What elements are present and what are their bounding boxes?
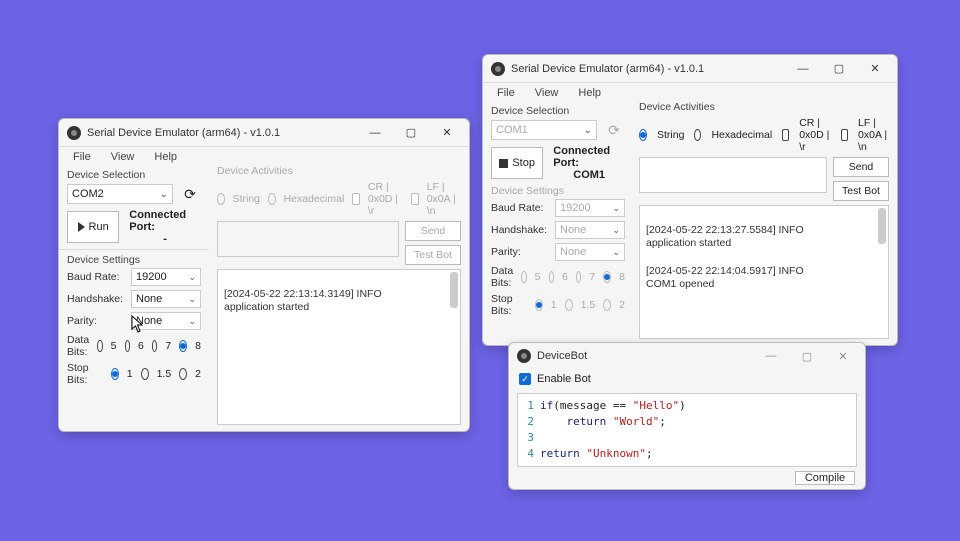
window-emulator-com1: Serial Device Emulator (arm64) - v1.0.1 … <box>482 54 898 346</box>
stopbits-2[interactable] <box>179 368 187 380</box>
code-content: if(message == "Hello") return "World"; r… <box>540 398 686 462</box>
connected-port: Connected Port: - <box>129 209 201 245</box>
databits-6 <box>549 271 554 283</box>
databits-5 <box>521 271 526 283</box>
stopbits-row: Stop Bits: 1 1.5 2 <box>483 291 633 319</box>
stop-icon <box>499 159 508 168</box>
device-activities-label: Device Activities <box>217 163 461 177</box>
stopbits-row: Stop Bits: 1 1.5 2 <box>59 360 209 388</box>
device-activities-label: Device Activities <box>639 99 889 113</box>
stopbits-1[interactable] <box>111 368 119 380</box>
code-editor[interactable]: 1234 if(message == "Hello") return "Worl… <box>517 393 857 467</box>
connected-port: Connected Port: COM1 <box>553 145 625 181</box>
databits-8[interactable] <box>179 340 187 352</box>
minimize-button[interactable]: — <box>753 343 789 369</box>
menu-file[interactable]: File <box>487 85 525 101</box>
app-icon <box>517 349 531 363</box>
line-gutter: 1234 <box>522 398 540 462</box>
stopbits-1 <box>535 299 543 311</box>
databits-7 <box>576 271 581 283</box>
maximize-button[interactable]: ▢ <box>821 56 857 82</box>
cr-checkbox <box>352 193 360 205</box>
lf-checkbox[interactable] <box>841 129 848 141</box>
device-selection-label: Device Selection <box>59 167 209 181</box>
databits-5[interactable] <box>97 340 102 352</box>
databits-row: Data Bits: 5 6 7 8 <box>59 332 209 360</box>
menu-file[interactable]: File <box>63 149 101 165</box>
lf-checkbox <box>411 193 419 205</box>
maximize-button[interactable]: ▢ <box>393 120 429 146</box>
enable-bot-checkbox[interactable] <box>519 373 531 385</box>
chevron-down-icon: ⌄ <box>584 125 592 136</box>
format-hex-radio <box>268 193 276 205</box>
stopbits-2 <box>603 299 611 311</box>
play-icon <box>78 222 85 232</box>
enable-bot-label: Enable Bot <box>537 373 591 385</box>
app-icon <box>491 62 505 76</box>
port-value: COM2 <box>72 188 104 200</box>
cr-checkbox[interactable] <box>782 129 789 141</box>
send-input[interactable] <box>639 157 827 193</box>
window-title: DeviceBot <box>537 350 753 362</box>
baud-select[interactable]: 19200⌄ <box>131 268 201 286</box>
testbot-button: Test Bot <box>405 245 461 265</box>
stopbits-1.5[interactable] <box>141 368 149 380</box>
titlebar[interactable]: Serial Device Emulator (arm64) - v1.0.1 … <box>59 119 469 147</box>
databits-row: Data Bits: 5 6 7 8 <box>483 263 633 291</box>
send-button[interactable]: Send <box>833 157 889 177</box>
refresh-button[interactable]: ⟳ <box>179 183 201 205</box>
titlebar[interactable]: Serial Device Emulator (arm64) - v1.0.1 … <box>483 55 897 83</box>
close-button[interactable]: ✕ <box>825 343 861 369</box>
testbot-button[interactable]: Test Bot <box>833 181 889 201</box>
port-select: COM1 ⌄ <box>491 120 597 140</box>
send-input <box>217 221 399 257</box>
activity-log[interactable]: [2024-05-22 22:13:27.5584] INFO applicat… <box>639 205 889 339</box>
scrollbar-thumb[interactable] <box>878 208 886 244</box>
handshake-select[interactable]: None⌄ <box>131 290 201 308</box>
send-button: Send <box>405 221 461 241</box>
databits-8 <box>603 271 611 283</box>
format-string-radio <box>217 193 225 205</box>
refresh-button: ⟳ <box>603 119 625 141</box>
window-devicebot: DeviceBot — ▢ ✕ Enable Bot 1234 if(messa… <box>508 342 866 490</box>
device-settings-label: Device Settings <box>483 183 633 197</box>
run-button[interactable]: Run <box>67 211 119 243</box>
port-value: COM1 <box>496 124 528 136</box>
format-hex-radio[interactable] <box>694 129 701 141</box>
close-button[interactable]: ✕ <box>857 56 893 82</box>
device-selection-label: Device Selection <box>483 103 633 117</box>
minimize-button[interactable]: — <box>357 120 393 146</box>
scrollbar-thumb[interactable] <box>450 272 458 308</box>
baud-select: 19200⌄ <box>555 199 625 217</box>
close-button[interactable]: ✕ <box>429 120 465 146</box>
menu-help[interactable]: Help <box>568 85 611 101</box>
maximize-button[interactable]: ▢ <box>789 343 825 369</box>
window-title: Serial Device Emulator (arm64) - v1.0.1 <box>511 63 785 75</box>
window-title: Serial Device Emulator (arm64) - v1.0.1 <box>87 127 357 139</box>
menu-view[interactable]: View <box>525 85 569 101</box>
databits-6[interactable] <box>125 340 130 352</box>
parity-select[interactable]: None⌄ <box>131 312 201 330</box>
handshake-select: None⌄ <box>555 221 625 239</box>
compile-button[interactable]: Compile <box>795 471 855 485</box>
chevron-down-icon: ⌄ <box>160 189 168 200</box>
databits-7[interactable] <box>152 340 157 352</box>
stopbits-1.5 <box>565 299 573 311</box>
format-string-radio[interactable] <box>639 129 647 141</box>
menu-view[interactable]: View <box>101 149 145 165</box>
stop-button[interactable]: Stop <box>491 147 543 179</box>
port-select[interactable]: COM2 ⌄ <box>67 184 173 204</box>
activity-log[interactable]: [2024-05-22 22:13:14.3149] INFO applicat… <box>217 269 461 425</box>
device-settings-label: Device Settings <box>59 252 209 266</box>
app-icon <box>67 126 81 140</box>
titlebar[interactable]: DeviceBot — ▢ ✕ <box>509 343 865 369</box>
menu-help[interactable]: Help <box>144 149 187 165</box>
window-emulator-com2: Serial Device Emulator (arm64) - v1.0.1 … <box>58 118 470 432</box>
minimize-button[interactable]: — <box>785 56 821 82</box>
parity-select: None⌄ <box>555 243 625 261</box>
